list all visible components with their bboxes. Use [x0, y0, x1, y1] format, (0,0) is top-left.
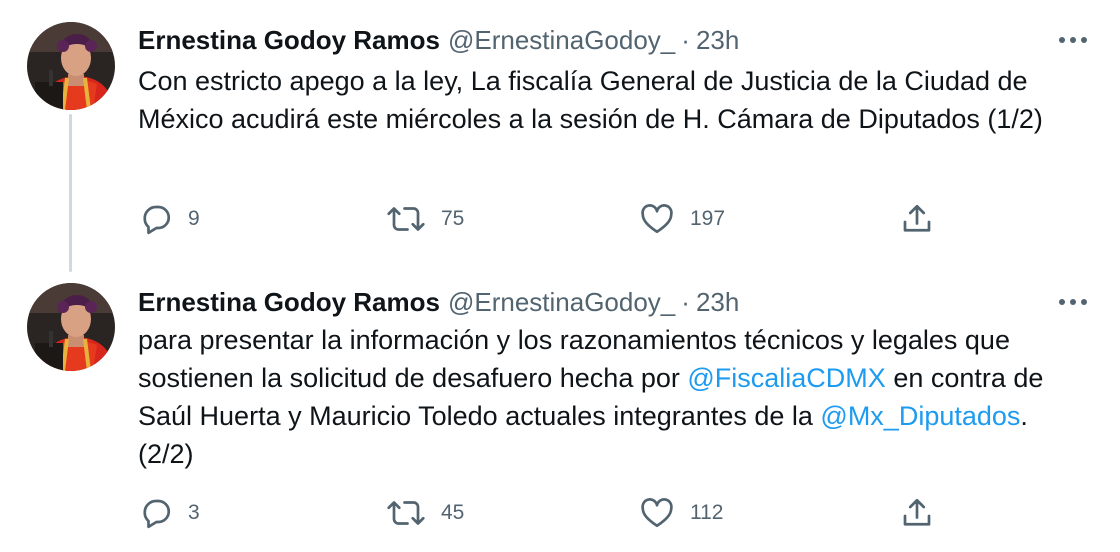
- more-horizontal-icon: [1059, 299, 1087, 305]
- tweet[interactable]: Ernestina Godoy Ramos @ErnestinaGodoy_ ·…: [0, 0, 1120, 265]
- reply-icon: [143, 499, 171, 529]
- user-handle[interactable]: @ErnestinaGodoy_: [448, 286, 675, 318]
- reply-icon: [143, 205, 171, 235]
- share-button[interactable]: [899, 491, 935, 535]
- tweet-text: para presentar la información y los razo…: [138, 321, 1086, 473]
- retweet-button[interactable]: 75: [385, 197, 464, 241]
- user-handle[interactable]: @ErnestinaGodoy_: [448, 24, 675, 56]
- share-icon: [903, 498, 931, 526]
- retweet-count: 75: [441, 207, 465, 230]
- tweet-header: Ernestina Godoy Ramos @ErnestinaGodoy_ ·…: [138, 20, 1100, 60]
- timestamp[interactable]: 23h: [696, 24, 739, 56]
- like-count: 197: [690, 207, 726, 230]
- share-button[interactable]: [899, 197, 935, 241]
- more-options-button[interactable]: [1056, 286, 1090, 318]
- like-button[interactable]: 112: [638, 491, 723, 535]
- display-name[interactable]: Ernestina Godoy Ramos: [138, 286, 440, 318]
- tweet[interactable]: Ernestina Godoy Ramos @ErnestinaGodoy_ ·…: [0, 265, 1120, 552]
- mention-link[interactable]: @FiscaliaCDMX: [687, 363, 885, 393]
- reply-count: 3: [188, 501, 200, 524]
- like-button[interactable]: 197: [638, 197, 725, 241]
- profile-photo-icon: [27, 283, 115, 371]
- separator-dot: ·: [681, 25, 690, 55]
- tweet-thread: Ernestina Godoy Ramos @ErnestinaGodoy_ ·…: [0, 0, 1120, 552]
- more-horizontal-icon: [1059, 37, 1087, 43]
- retweet-icon: [387, 207, 425, 231]
- tweet-text: Con estricto apego a la ley, La fiscalía…: [138, 66, 1043, 134]
- avatar[interactable]: [27, 283, 115, 371]
- like-icon: [641, 204, 673, 234]
- timestamp[interactable]: 23h: [696, 286, 739, 318]
- like-icon: [641, 498, 673, 528]
- mention-link[interactable]: @Mx_Diputados: [820, 401, 1020, 431]
- tweet-actions: 3 45 112: [0, 491, 1120, 535]
- like-count: 112: [690, 501, 724, 524]
- reply-button[interactable]: 9: [138, 197, 200, 241]
- tweet-actions: 9 75 197: [0, 197, 1120, 241]
- more-options-button[interactable]: [1056, 24, 1090, 56]
- retweet-icon: [387, 501, 425, 525]
- reply-count: 9: [188, 207, 200, 230]
- tweet-header: Ernestina Godoy Ramos @ErnestinaGodoy_ ·…: [138, 282, 1100, 322]
- share-icon: [903, 204, 931, 232]
- avatar[interactable]: [27, 22, 115, 110]
- display-name[interactable]: Ernestina Godoy Ramos: [138, 24, 440, 56]
- retweet-button[interactable]: 45: [385, 491, 464, 535]
- reply-button[interactable]: 3: [138, 491, 200, 535]
- separator-dot: ·: [681, 287, 690, 317]
- retweet-count: 45: [441, 501, 465, 524]
- profile-photo-icon: [27, 22, 115, 110]
